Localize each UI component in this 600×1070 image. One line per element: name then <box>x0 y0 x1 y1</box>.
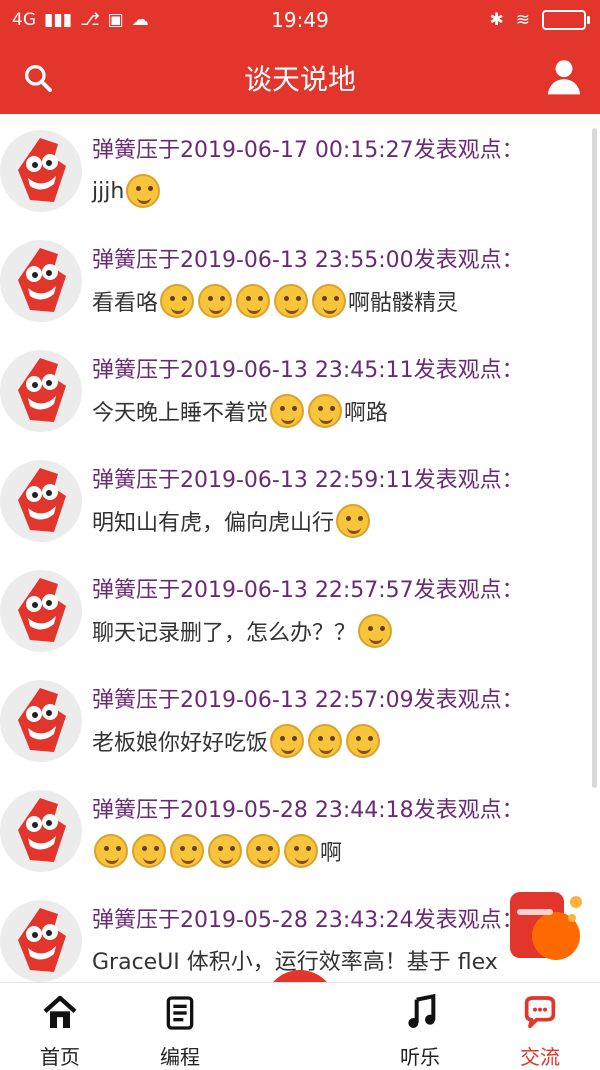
post-meta: 弹簧压于2019-06-13 22:59:11发表观点： <box>92 468 524 493</box>
avatar[interactable] <box>0 460 82 542</box>
confused-face-icon <box>132 834 166 868</box>
list-item[interactable]: 弹簧压于2019-06-13 22:57:57发表观点： 聊天记录删了，怎么办？… <box>0 554 600 665</box>
smile-face-icon <box>236 284 271 318</box>
post-text-before: 老板娘你好好吃饭 <box>92 731 269 756</box>
tab-label-home: 首页 <box>40 1045 80 1069</box>
post-text-before: 聊天记录删了，怎么办？？ <box>92 621 357 646</box>
post-text-before: 看看咯 <box>92 291 159 316</box>
list-item[interactable]: 弹簧压于2019-06-13 23:45:11发表观点： 今天晚上睡不着觉 啊路 <box>0 334 600 445</box>
shock-face-icon <box>308 394 343 428</box>
post-meta: 弹簧压于2019-06-13 23:45:11发表观点： <box>92 358 524 383</box>
smile-face-icon <box>208 834 242 868</box>
avatar[interactable] <box>0 130 82 212</box>
list-item[interactable]: 弹簧压于2019-06-17 00:15:27发表观点： jjjh <box>0 114 600 225</box>
mascot-avatar <box>18 688 66 752</box>
mascot-avatar <box>18 908 66 972</box>
post-text: jjjh <box>92 178 125 204</box>
post-text-after: 啊骷髅精灵 <box>348 291 459 316</box>
mascot-avatar <box>18 138 66 202</box>
avatar[interactable] <box>0 240 82 322</box>
avatar[interactable] <box>0 900 82 982</box>
tab-programming[interactable]: 编程 <box>120 991 240 1069</box>
tab-label-music: 听乐 <box>400 1045 440 1069</box>
list-item[interactable]: 弹簧压于2019-06-13 22:59:11发表观点： 明知山有虎，偏向虎山行 <box>0 444 600 555</box>
top-header: 4G ▮▮▮ ⎇ ▣ ☁ 19:49 ✱ ≋ 谈天说地 <box>0 0 600 114</box>
battery-icon <box>542 10 590 30</box>
post-meta: 弹簧压于2019-06-13 23:55:00发表观点： <box>92 248 524 273</box>
smile-face-icon <box>160 284 195 318</box>
laugh-face-icon <box>346 724 381 758</box>
user-icon[interactable] <box>542 54 586 98</box>
avatar[interactable] <box>0 570 82 652</box>
post-content: jjjh <box>92 174 162 208</box>
document-icon <box>166 996 194 1030</box>
avatar[interactable] <box>0 350 82 432</box>
list-item[interactable]: 弹簧压于2019-06-13 22:57:09发表观点： 老板娘你好好吃饭 <box>0 664 600 775</box>
post-meta: 弹簧压于2019-06-13 22:57:57发表观点： <box>92 578 524 603</box>
post-text-after: 啊 <box>320 841 343 866</box>
confused-face-icon <box>274 284 309 318</box>
post-meta: 弹簧压于2019-05-28 23:44:18发表观点： <box>92 798 524 823</box>
post-content: 看看咯 啊骷髅精灵 <box>92 284 458 318</box>
cry-face-icon <box>94 834 128 868</box>
tab-chat[interactable]: 交流 <box>480 991 600 1069</box>
grin-face-icon <box>284 834 318 868</box>
post-content: 今天晚上睡不着觉 啊路 <box>92 394 388 428</box>
music-icon <box>408 993 436 1028</box>
list-item[interactable]: 弹簧压于2019-06-13 23:55:00发表观点： 看看咯 啊骷髅精灵 <box>0 224 600 335</box>
post-text-before: 明知山有虎，偏向虎山行 <box>92 511 335 536</box>
avatar[interactable] <box>0 680 82 762</box>
mascot-avatar <box>18 468 66 532</box>
post-list[interactable]: 弹簧压于2019-06-17 00:15:27发表观点： jjjh 弹簧压于20… <box>0 114 600 982</box>
post-meta: 弹簧压于2019-05-28 23:43:24发表观点： <box>92 908 524 933</box>
grin-face-icon <box>198 284 233 318</box>
status-right: ✱ ≋ <box>489 10 590 30</box>
mascot-avatar <box>18 798 66 862</box>
post-text-before: 今天晚上睡不着觉 <box>92 401 269 426</box>
laugh-face-icon <box>270 394 305 428</box>
tab-label-programming: 编程 <box>160 1045 200 1069</box>
post-content: 啊 <box>92 834 342 868</box>
page-title: 谈天说地 <box>243 63 356 96</box>
list-item[interactable]: 弹簧压于2019-05-28 23:44:18发表观点： 啊 <box>0 774 600 885</box>
bottom-tab-bar: 首页 编程 听乐 交流 <box>0 982 600 1069</box>
avatar[interactable] <box>0 790 82 872</box>
wifi-icon: ≋ <box>515 10 530 30</box>
mascot-avatar <box>18 358 66 422</box>
tab-label-chat: 交流 <box>520 1045 560 1069</box>
chat-icon <box>524 996 556 1029</box>
confused-face-icon <box>270 724 305 758</box>
smile-face-icon <box>308 724 343 758</box>
scrollbar[interactable] <box>592 128 597 788</box>
grin-face-icon <box>336 504 371 538</box>
mascot-avatar <box>18 248 66 312</box>
mascot-avatar <box>18 578 66 642</box>
post-content: 聊天记录删了，怎么办？？ <box>92 614 394 648</box>
red-packet-badge-icon[interactable] <box>506 884 588 970</box>
confused-face-icon <box>312 284 347 318</box>
tab-home[interactable]: 首页 <box>0 991 120 1069</box>
home-icon <box>43 995 77 1028</box>
post-text-after: 啊路 <box>344 401 389 426</box>
post-content: 老板娘你好好吃饭 <box>92 724 382 758</box>
laugh-face-icon <box>246 834 280 868</box>
status-bar: 4G ▮▮▮ ⎇ ▣ ☁ 19:49 ✱ ≋ <box>0 0 600 42</box>
nav-bar: 谈天说地 <box>0 42 600 114</box>
bluetooth-icon: ✱ <box>489 10 504 30</box>
post-meta: 弹簧压于2019-06-13 22:57:09发表观点： <box>92 688 524 713</box>
tab-music[interactable]: 听乐 <box>360 991 480 1069</box>
post-content: 明知山有虎，偏向虎山行 <box>92 504 372 538</box>
shock-face-icon <box>170 834 204 868</box>
confused-face-icon <box>126 174 161 208</box>
grin-face-icon <box>358 614 393 648</box>
post-meta: 弹簧压于2019-06-17 00:15:27发表观点： <box>92 138 524 163</box>
